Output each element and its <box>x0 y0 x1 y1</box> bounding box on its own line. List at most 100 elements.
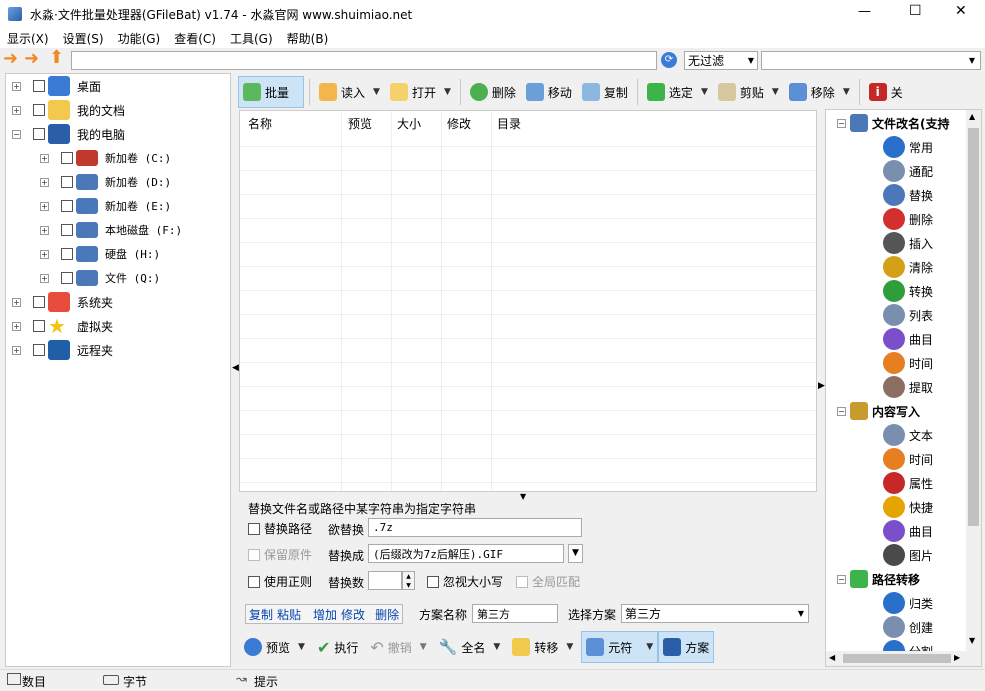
menu-settings[interactable]: 设置(S) <box>63 30 104 47</box>
read-button[interactable]: 读入 ▼ <box>315 77 384 107</box>
col-preview[interactable]: 预览 <box>348 115 372 132</box>
tree-checkbox[interactable] <box>33 128 45 140</box>
undo-button[interactable]: ↶ 撤销 ▼ <box>366 632 430 662</box>
menu-tools[interactable]: 工具(G) <box>230 30 273 47</box>
expand-toggle[interactable]: − <box>837 406 846 416</box>
tree-checkbox[interactable] <box>33 296 45 308</box>
tree-checkbox[interactable] <box>61 200 73 212</box>
expand-toggle[interactable]: + <box>12 345 21 355</box>
expand-toggle[interactable]: + <box>40 153 49 163</box>
function-item[interactable]: 删除 <box>883 207 933 231</box>
expand-toggle[interactable]: − <box>837 118 846 128</box>
up-icon[interactable]: ⬆ <box>49 48 64 68</box>
tree-item[interactable]: + 新加卷 (C:) <box>40 146 171 170</box>
function-item[interactable]: 转换 <box>883 279 933 303</box>
back-icon[interactable]: ➜ <box>3 50 18 68</box>
col-size[interactable]: 大小 <box>397 115 421 132</box>
plan-paste-link[interactable]: 粘贴 <box>277 606 301 623</box>
execute-button[interactable]: ✔ 执行 <box>313 632 362 662</box>
function-group[interactable]: − 文件改名(支持 <box>837 111 950 135</box>
vertical-scroll-thumb[interactable] <box>968 128 979 526</box>
tree-checkbox[interactable] <box>61 248 73 260</box>
filter-select-2[interactable]: ▼ <box>761 51 981 70</box>
plan-copy-link[interactable]: 复制 <box>249 606 273 623</box>
expand-toggle[interactable]: + <box>12 321 21 331</box>
fullname-button[interactable]: 🔧 全名 ▼ <box>435 632 505 662</box>
transfer-button[interactable]: 转移 ▼ <box>508 632 577 662</box>
function-item[interactable]: 清除 <box>883 255 933 279</box>
tree-item[interactable]: + 本地磁盘 (F:) <box>40 218 182 242</box>
plan-select[interactable]: 第三方 ▼ <box>621 604 809 623</box>
minimize-button[interactable]: — <box>858 4 871 19</box>
col-modified[interactable]: 修改 <box>447 115 471 132</box>
tree-checkbox[interactable] <box>33 344 45 356</box>
expand-toggle[interactable]: − <box>12 129 21 139</box>
tree-item[interactable]: + 硬盘 (H:) <box>40 242 160 266</box>
plan-delete-link[interactable]: 删除 <box>375 606 399 623</box>
expand-toggle[interactable]: + <box>12 105 21 115</box>
tree-checkbox[interactable] <box>33 104 45 116</box>
replace-with-input[interactable] <box>368 544 564 563</box>
tree-item[interactable]: − 我的电脑 <box>12 122 125 146</box>
tree-item[interactable]: + 系统夹 <box>12 290 113 314</box>
function-item[interactable]: 插入 <box>883 231 933 255</box>
close-button[interactable]: ✕ <box>955 3 967 19</box>
function-item[interactable]: 图片 <box>883 543 933 567</box>
expand-toggle[interactable]: + <box>12 297 21 307</box>
yuanfu-button[interactable]: 元符 ▼ <box>581 631 659 663</box>
scheme-button[interactable]: 方案 <box>658 631 715 663</box>
path-input[interactable] <box>71 51 657 70</box>
forward-icon[interactable]: ➜ <box>24 50 39 68</box>
tree-item[interactable]: + 远程夹 <box>12 338 113 362</box>
function-item[interactable]: 常用 <box>883 135 933 159</box>
remove-button[interactable]: 移除 ▼ <box>785 77 854 107</box>
horizontal-scrollbar[interactable]: ◀ ▶ <box>826 651 981 666</box>
vertical-scrollbar[interactable]: ▲ ▼ <box>966 110 981 651</box>
menu-view[interactable]: 查看(C) <box>174 30 216 47</box>
expand-toggle[interactable]: + <box>40 225 49 235</box>
col-name[interactable]: 名称 <box>248 115 272 132</box>
delete-button[interactable]: 删除 <box>466 77 520 107</box>
expand-toggle[interactable]: + <box>40 201 49 211</box>
select-button[interactable]: 选定 ▼ <box>643 77 712 107</box>
ignore-case-checkbox[interactable] <box>427 575 439 588</box>
function-group[interactable]: − 路径转移 <box>837 567 920 591</box>
tree-item[interactable]: + 文件 (Q:) <box>40 266 160 290</box>
batch-button[interactable]: 批量 <box>238 76 304 108</box>
right-splitter-arrow[interactable]: ▶ <box>818 381 825 391</box>
menu-help[interactable]: 帮助(B) <box>287 30 329 47</box>
tree-item[interactable]: + 新加卷 (D:) <box>40 170 171 194</box>
tree-item[interactable]: + ★ 虚拟夹 <box>12 314 113 338</box>
expand-toggle[interactable]: − <box>837 574 846 584</box>
preview-button[interactable]: 预览 ▼ <box>240 632 309 662</box>
global-match-checkbox[interactable] <box>516 575 528 588</box>
function-item[interactable]: 快捷 <box>883 495 933 519</box>
tree-checkbox[interactable] <box>61 152 73 164</box>
replace-path-checkbox[interactable] <box>248 522 260 535</box>
plan-edit-link[interactable]: 修改 <box>341 606 365 623</box>
open-button[interactable]: 打开 ▼ <box>386 77 455 107</box>
function-item[interactable]: 创建 <box>883 615 933 639</box>
function-item[interactable]: 时间 <box>883 447 933 471</box>
replace-count-input[interactable] <box>368 571 402 590</box>
plan-name-input[interactable] <box>472 604 558 623</box>
tree-checkbox[interactable] <box>33 320 45 332</box>
filter-select[interactable]: 无过滤 ▼ <box>684 51 758 70</box>
expand-toggle[interactable]: + <box>40 177 49 187</box>
move-button[interactable]: 移动 <box>522 77 576 107</box>
menu-display[interactable]: 显示(X) <box>7 30 49 47</box>
tree-checkbox[interactable] <box>61 224 73 236</box>
expand-toggle[interactable]: + <box>40 249 49 259</box>
tree-checkbox[interactable] <box>33 80 45 92</box>
want-replace-input[interactable] <box>368 518 582 537</box>
tree-item[interactable]: + 桌面 <box>12 74 101 98</box>
about-button[interactable]: i关 <box>865 77 907 107</box>
replace-with-dropdown[interactable]: ▼ <box>568 544 583 563</box>
function-item[interactable]: 列表 <box>883 303 933 327</box>
function-group[interactable]: − 内容写入 <box>837 399 920 423</box>
maximize-button[interactable]: ☐ <box>909 3 922 19</box>
expand-toggle[interactable]: + <box>12 81 21 91</box>
tree-checkbox[interactable] <box>61 176 73 188</box>
replace-count-spinner[interactable]: ▲ ▼ <box>402 571 415 590</box>
tree-checkbox[interactable] <box>61 272 73 284</box>
